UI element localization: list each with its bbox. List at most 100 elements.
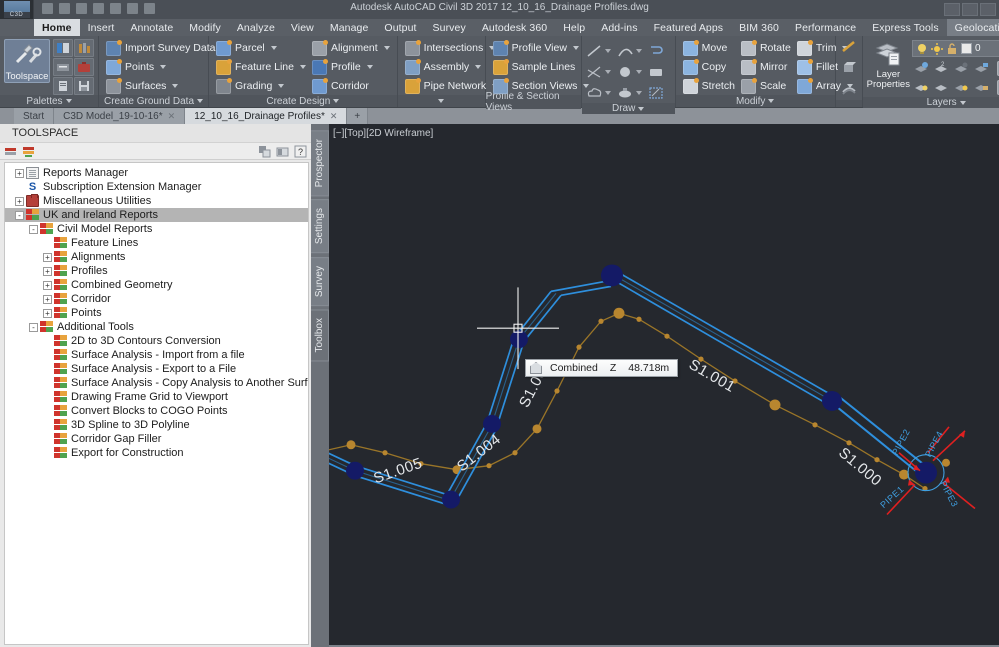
layer-unisolate-icon[interactable] xyxy=(912,78,931,96)
draw-tool-arc[interactable] xyxy=(617,41,647,61)
settings-icon[interactable] xyxy=(74,39,94,57)
ribbon-tab-output[interactable]: Output xyxy=(376,19,424,36)
chevron-down-icon[interactable] xyxy=(572,46,579,50)
tree-item-feature-lines[interactable]: Feature Lines xyxy=(5,236,308,250)
toolspace-dock-tabs[interactable]: Prospector Settings Survey Toolbox xyxy=(311,124,329,647)
chevron-down-icon[interactable] xyxy=(638,106,645,111)
dock-tab-toolbox[interactable]: Toolbox xyxy=(311,308,329,362)
chevron-down-icon[interactable] xyxy=(635,91,642,95)
ribbon-tab-autodesk-360[interactable]: Autodesk 360 xyxy=(474,19,555,36)
ribbon-tab-add-ins[interactable]: Add-ins xyxy=(593,19,645,36)
layer-off-icon[interactable] xyxy=(952,59,971,77)
modify-column-1[interactable]: Move Copy Stretch xyxy=(680,39,738,95)
qat-redo-icon[interactable] xyxy=(144,3,155,14)
ribbon-item-grading[interactable]: Grading xyxy=(213,77,309,95)
drawing-canvas[interactable] xyxy=(329,124,999,647)
chevron-down-icon[interactable] xyxy=(197,99,204,103)
draw-tool-circle[interactable] xyxy=(617,62,647,82)
ribbon-item-feature-line[interactable]: Feature Line xyxy=(213,58,309,76)
modify-column-2[interactable]: Rotate Mirror Scale xyxy=(738,39,794,95)
draw-tool-ray[interactable] xyxy=(586,62,616,82)
ribbon-item-copy[interactable]: Copy xyxy=(680,58,738,76)
show-tooltips-icon[interactable] xyxy=(258,145,271,158)
ribbon-item-alignment[interactable]: Alignment xyxy=(309,39,393,57)
tree-item-civil-model-reports[interactable]: - Civil Model Reports xyxy=(5,222,308,236)
dock-tab-survey[interactable]: Survey xyxy=(311,256,329,306)
ribbon-item-stretch[interactable]: Stretch xyxy=(680,77,738,95)
layer-tool-icons[interactable]: 2 xyxy=(912,59,992,97)
tree-item-convert-blocks-to-cogo-points[interactable]: Convert Blocks to COGO Points xyxy=(5,404,308,418)
draw-tool-revcloud[interactable] xyxy=(586,83,616,103)
panel-title-create-design-more[interactable] xyxy=(397,95,485,107)
tree-item-profiles[interactable]: + Profiles xyxy=(5,264,308,278)
tree-item-uk-and-ireland-reports[interactable]: - UK and Ireland Reports xyxy=(5,208,308,222)
draw-tool-line[interactable] xyxy=(586,41,616,61)
expand-icon[interactable]: + xyxy=(15,168,24,178)
layer-unlock-icon[interactable] xyxy=(972,78,991,96)
ribbon-tab-bar[interactable]: Home Insert Annotate Modify Analyze View Manag… xyxy=(0,19,999,36)
ground-data-items[interactable]: Import Survey Data Points Surfaces xyxy=(103,39,218,95)
expand-icon[interactable]: + xyxy=(43,266,52,276)
ribbon-item-match-layer[interactable]: Match Layer xyxy=(994,78,999,96)
ribbon-item-make-current[interactable]: Make Current xyxy=(994,59,999,77)
expand-icon[interactable]: + xyxy=(43,280,52,290)
panel-title-profile-section-views[interactable]: Profile & Section Views xyxy=(485,91,581,113)
drawing-viewport[interactable]: [−][Top][2D Wireframe] S1.005 S1.004 S1.… xyxy=(329,124,999,647)
toolspace-tree[interactable]: + Reports Manager S Subscription Extension … xyxy=(4,162,309,645)
survey-icon[interactable] xyxy=(53,58,73,76)
ribbon-tab-survey[interactable]: Survey xyxy=(425,19,474,36)
layer-isolate-icon[interactable] xyxy=(912,59,931,77)
chevron-down-icon[interactable] xyxy=(604,91,611,95)
chevron-down-icon[interactable] xyxy=(438,99,445,103)
ribbon-tab-express-tools[interactable]: Express Tools xyxy=(864,19,946,36)
chevron-down-icon[interactable] xyxy=(333,99,340,103)
qat-plot-icon[interactable] xyxy=(110,3,121,14)
chevron-down-icon[interactable] xyxy=(959,100,966,105)
document-tab-12-10-16-drainage-profiles-[interactable]: 12_10_16_Drainage Profiles* ✕ xyxy=(185,108,348,124)
ribbon-item-profile[interactable]: Profile xyxy=(309,58,393,76)
save-icon[interactable] xyxy=(74,77,94,95)
tree-item-export-for-construction[interactable]: Export for Construction xyxy=(5,446,308,460)
tree-item-combined-geometry[interactable]: + Combined Geometry xyxy=(5,278,308,292)
chevron-down-icon[interactable] xyxy=(172,84,179,88)
tree-item-drawing-frame-grid-to-viewport[interactable]: Drawing Frame Grid to Viewport xyxy=(5,390,308,404)
layer-freeze-icon[interactable]: 2 xyxy=(932,59,951,77)
ribbon-item-rotate[interactable]: Rotate xyxy=(738,39,794,57)
toolbox-icon[interactable] xyxy=(74,58,94,76)
ribbon-tab-insert[interactable]: Insert xyxy=(80,19,123,36)
layer-color-swatch[interactable] xyxy=(960,43,972,54)
ribbon-item-profile-view[interactable]: Profile View xyxy=(490,39,593,57)
collapse-icon[interactable]: - xyxy=(15,210,24,220)
collapse-icon[interactable]: - xyxy=(29,224,38,234)
panel-title-layers[interactable]: Layers xyxy=(862,97,999,108)
ribbon-item-corridor[interactable]: Corridor xyxy=(309,77,393,95)
chevron-down-icon[interactable] xyxy=(635,49,642,53)
panel-title-create-design[interactable]: Create Design xyxy=(209,95,397,107)
chevron-down-icon[interactable] xyxy=(768,99,775,103)
profile-section-items[interactable]: Profile View Sample Lines Section Views xyxy=(490,39,593,95)
prospector-icon[interactable] xyxy=(53,39,73,57)
ribbon-item-sample-lines[interactable]: Sample Lines xyxy=(490,58,593,76)
draw-tool-ellipse[interactable] xyxy=(617,83,647,103)
chevron-down-icon[interactable] xyxy=(270,46,277,50)
qat-save-icon[interactable] xyxy=(76,3,87,14)
chevron-down-icon[interactable] xyxy=(635,70,642,74)
chevron-down-icon[interactable] xyxy=(366,65,373,69)
draw-tool-grid[interactable] xyxy=(586,39,678,103)
toolspace-toolbar[interactable]: ? xyxy=(0,143,311,160)
ribbon-item-points[interactable]: Points xyxy=(103,58,218,76)
maximize-button[interactable] xyxy=(962,3,978,16)
ribbon-tab-view[interactable]: View xyxy=(283,19,322,36)
panorama-icon[interactable] xyxy=(53,77,73,95)
tree-item-corridor-gap-filler[interactable]: Corridor Gap Filler xyxy=(5,432,308,446)
layer-command-items[interactable]: Make CurrentMatch Layer xyxy=(994,59,999,97)
layer-lock-icon[interactable] xyxy=(972,59,991,77)
tree-item-subscription-extension-manager[interactable]: S Subscription Extension Manager xyxy=(5,180,308,194)
expand-icon[interactable]: + xyxy=(15,196,24,206)
ribbon-tab-annotate[interactable]: Annotate xyxy=(122,19,181,36)
ribbon-item-parcel[interactable]: Parcel xyxy=(213,39,309,57)
ribbon-item-import-survey-data[interactable]: Import Survey Data xyxy=(103,39,218,57)
toolspace-red-icon-1[interactable] xyxy=(4,145,17,158)
quick-access-toolbar[interactable] xyxy=(34,0,163,19)
ribbon-item-mirror[interactable]: Mirror xyxy=(738,58,794,76)
